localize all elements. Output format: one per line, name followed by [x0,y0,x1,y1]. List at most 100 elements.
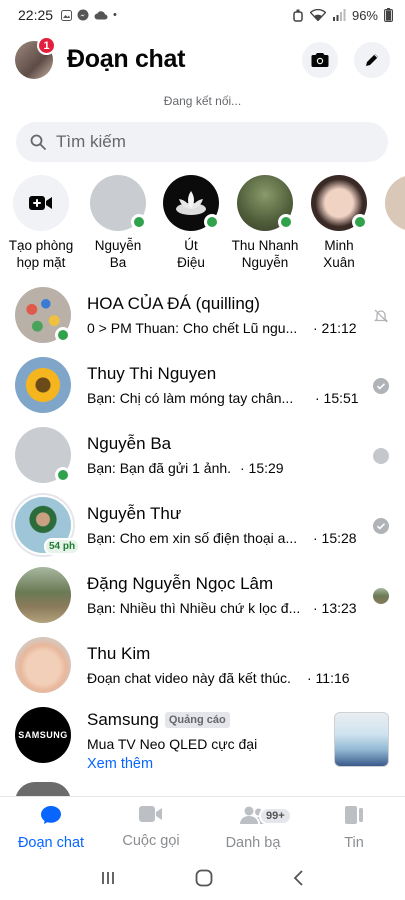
chat-row[interactable]: HOA CỦA ĐÁ (quilling) 0 > PM Thuan: Cho … [0,280,405,350]
active-contact[interactable]: Minh Xuân [301,175,377,271]
story-label: Thu Nhanh Nguyễn [231,238,299,270]
story-label: Út Điệu [177,238,205,270]
active-ago-badge: 54 ph [44,538,81,555]
tab-stories[interactable]: Tin [304,805,404,851]
header: 1 Đoạn chat [0,36,405,86]
page-title: Đoạn chat [67,45,186,73]
chat-name: HOA CỦA ĐÁ (quilling) [87,294,260,313]
tab-people[interactable]: 99+ Danh bạ [203,805,303,851]
online-indicator [278,214,294,230]
back-icon[interactable] [292,869,306,886]
avatar [15,357,71,413]
stories-icon [345,806,363,824]
chat-row[interactable]: Thu Kim Đoạn chat video này đã kết thúc.… [0,630,405,700]
avatar [15,567,71,623]
bottom-nav: Đoạn chat Cuộc gọi 99+ Danh bạ Tin [0,796,405,854]
online-indicator [55,467,71,483]
system-icons: 96% [292,8,393,23]
seen-check-icon [373,518,389,534]
search-icon [30,134,46,150]
delivered-icon [373,448,389,464]
battery-level: 96% [351,7,378,23]
chat-preview: 0 > PM Thuan: Cho chết Lũ ngu... [87,320,298,336]
online-indicator [204,214,220,230]
chat-time: · 15:29 [240,460,284,476]
active-contact[interactable]: Nguyễn Ba [80,175,156,271]
notification-icons: • [61,9,117,21]
chat-name: Thu Kim [87,644,151,663]
video-call-icon [139,806,162,822]
avatar [311,175,368,231]
recent-apps-icon[interactable] [100,870,116,886]
tab-label: Đoạn chat [17,835,85,851]
search-bar[interactable] [16,122,388,162]
chat-preview: Bạn: Chị có làm móng tay chân... [87,390,294,406]
online-indicator [131,214,147,230]
image-notification-icon [61,9,73,21]
connection-status: Đang kết nối... [163,94,242,108]
advertiser-logo: SAMSUNG [15,707,71,763]
ad-thumbnail[interactable] [334,712,389,767]
tab-chats[interactable]: Đoạn chat [1,805,101,851]
people-count-badge: 99+ [259,807,292,825]
create-room-circle [13,175,69,231]
status-bar: 22:25 • 96% [0,0,405,30]
chat-time: · 15:28 [313,530,357,546]
chat-row[interactable]: 54 ph Nguyễn Thư Bạn: Cho em xin số điện… [0,490,405,560]
avatar [385,175,405,231]
story-label: Tạo phòng họp mặt [8,238,74,270]
avatar [237,175,294,231]
chat-row[interactable]: Nguyễn Ba Bạn: Bạn đã gửi 1 ảnh. · 15:29 [0,420,405,490]
chat-row[interactable]: Đặng Nguyễn Ngọc Lâm Bạn: Nhiều thì Nhiề… [0,560,405,630]
video-plus-icon [29,196,52,210]
active-contacts-row: Tạo phòng họp mặt Nguyễn Ba Út Điệu Thu Nha… [0,175,405,275]
pencil-icon [366,54,378,66]
system-nav-bar [0,855,405,900]
avatar [163,175,220,231]
battery-icon [384,8,393,22]
active-contact[interactable] [375,175,405,231]
advertiser-logo-text: SAMSUNG [18,730,68,740]
new-message-button[interactable] [354,42,390,78]
tab-label: Cuộc gọi [122,833,180,849]
clock: 22:25 [18,7,54,23]
seen-check-icon [373,378,389,394]
tab-label: Tin [344,835,364,851]
chat-name: Thuy Thi Nguyen [87,364,217,383]
notification-badge: 1 [37,36,56,55]
chat-time: · 13:23 [313,600,357,616]
chat-preview: Bạn: Bạn đã gửi 1 ảnh. [87,460,232,476]
chat-preview: Bạn: Nhiều thì Nhiều chứ k lọc đ... [87,600,301,616]
chat-name: Nguyễn Thư [87,504,182,523]
seen-avatar [373,588,389,604]
chat-time: · 21:12 [313,320,357,336]
chat-row[interactable]: Thuy Thi Nguyen Bạn: Chị có làm móng tay… [0,350,405,420]
chat-time: · 11:16 [307,670,350,686]
sponsored-tag: Quảng cáo [164,712,230,728]
online-indicator [352,214,368,230]
messenger-notification-icon [77,9,89,21]
wifi-icon [309,9,326,21]
muted-bell-icon [373,309,389,323]
advertiser-name: Samsung Quảng cáo [87,710,230,730]
see-more-link[interactable]: Xem thêm [87,756,153,772]
active-contact[interactable]: Thu Nhanh Nguyễn [227,175,303,271]
search-input[interactable] [56,132,356,152]
dot-icon: • [113,9,117,21]
ad-text: Mua TV Neo QLED cực đại [87,736,258,752]
cloud-icon [94,11,108,20]
alarm-icon [293,9,303,22]
online-indicator [55,327,71,343]
chat-time: · 15:51 [315,390,359,406]
story-label: Minh Xuân [323,238,355,270]
sponsored-row[interactable]: SAMSUNG Samsung Quảng cáo Mua TV Neo QLED… [0,700,405,790]
home-icon[interactable] [195,869,213,887]
camera-button[interactable] [302,42,338,78]
avatar [15,637,71,693]
camera-icon [311,53,329,67]
active-contact[interactable]: Út Điệu [153,175,229,271]
tab-label: Danh bạ [225,835,281,851]
tab-calls[interactable]: Cuộc gọi [101,805,201,849]
create-room-button[interactable]: Tạo phòng họp mặt [3,175,79,271]
signal-icon [332,9,346,21]
